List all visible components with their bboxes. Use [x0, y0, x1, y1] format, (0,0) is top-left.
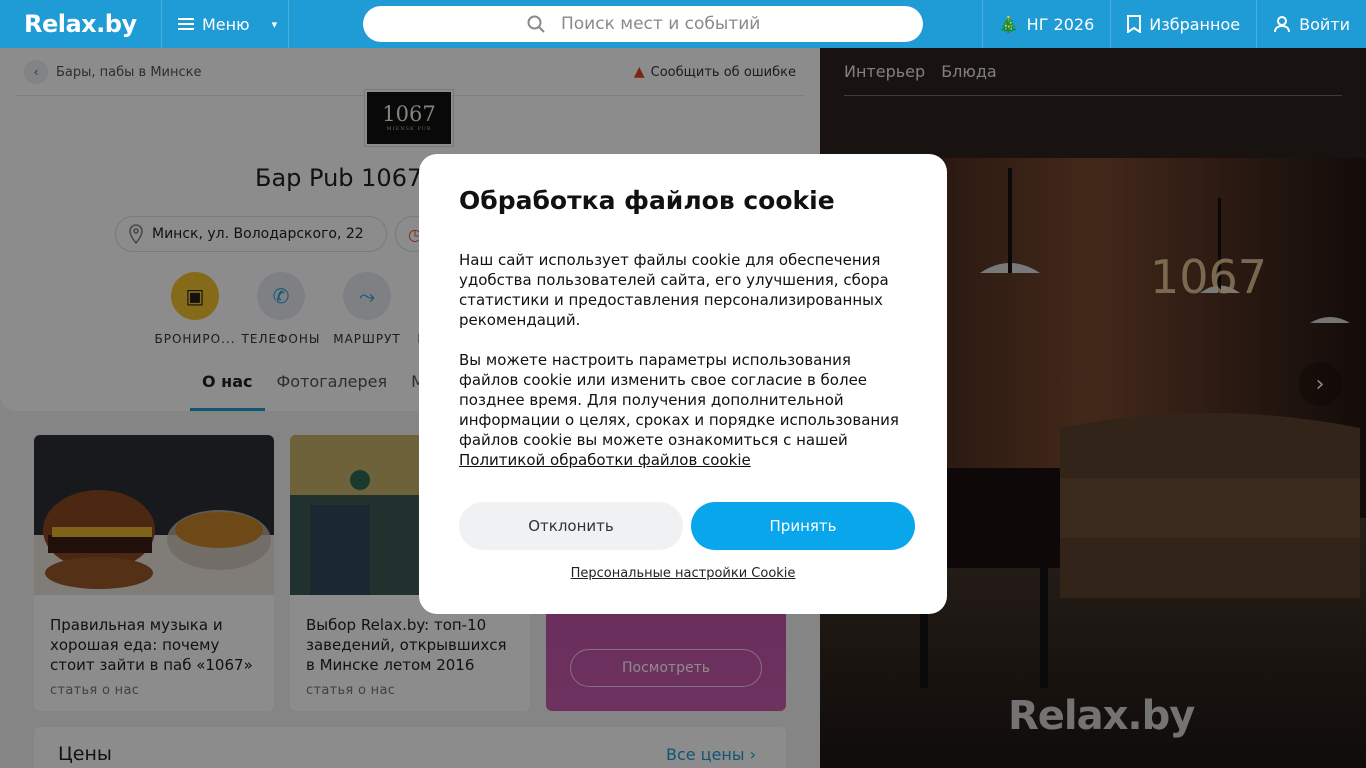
cookie-paragraph-1: Наш сайт использует файлы cookie для обе…	[459, 251, 889, 329]
chevron-down-icon: ▾	[271, 17, 278, 31]
hamburger-icon	[178, 18, 194, 30]
login-label: Войти	[1299, 14, 1350, 34]
menu-button[interactable]: Меню ▾	[162, 0, 289, 48]
cookie-dialog-title: Обработка файлов cookie	[459, 186, 835, 215]
christmas-tree-icon: 🎄	[998, 14, 1019, 34]
login-link[interactable]: Войти	[1256, 0, 1366, 48]
site-logo[interactable]: Relax.by	[0, 0, 162, 48]
decline-button[interactable]: Отклонить	[459, 502, 683, 550]
new-year-link[interactable]: 🎄 НГ 2026	[981, 0, 1111, 48]
new-year-label: НГ 2026	[1026, 14, 1095, 34]
top-navigation-bar: Relax.by Меню ▾ Поиск мест и событий 🎄 Н…	[0, 0, 1366, 48]
user-icon	[1274, 16, 1291, 33]
cookie-paragraph-2: Вы можете настроить параметры использова…	[459, 350, 907, 470]
cookie-paragraph-2-text: Вы можете настроить параметры использова…	[459, 351, 899, 449]
cookie-dialog: Обработка файлов cookie Наш сайт использ…	[419, 154, 947, 614]
personal-cookie-settings-link[interactable]: Персональные настройки Cookie	[419, 566, 947, 581]
favorites-label: Избранное	[1149, 14, 1241, 34]
accept-button[interactable]: Принять	[691, 502, 915, 550]
search-input[interactable]: Поиск мест и событий	[363, 6, 923, 42]
favorites-link[interactable]: Избранное	[1110, 0, 1256, 48]
search-icon	[527, 15, 545, 33]
bookmark-icon	[1127, 15, 1142, 33]
search-placeholder: Поиск мест и событий	[561, 14, 761, 34]
menu-label: Меню	[202, 14, 250, 34]
cookie-policy-link[interactable]: Политикой обработки файлов cookie	[459, 451, 751, 469]
